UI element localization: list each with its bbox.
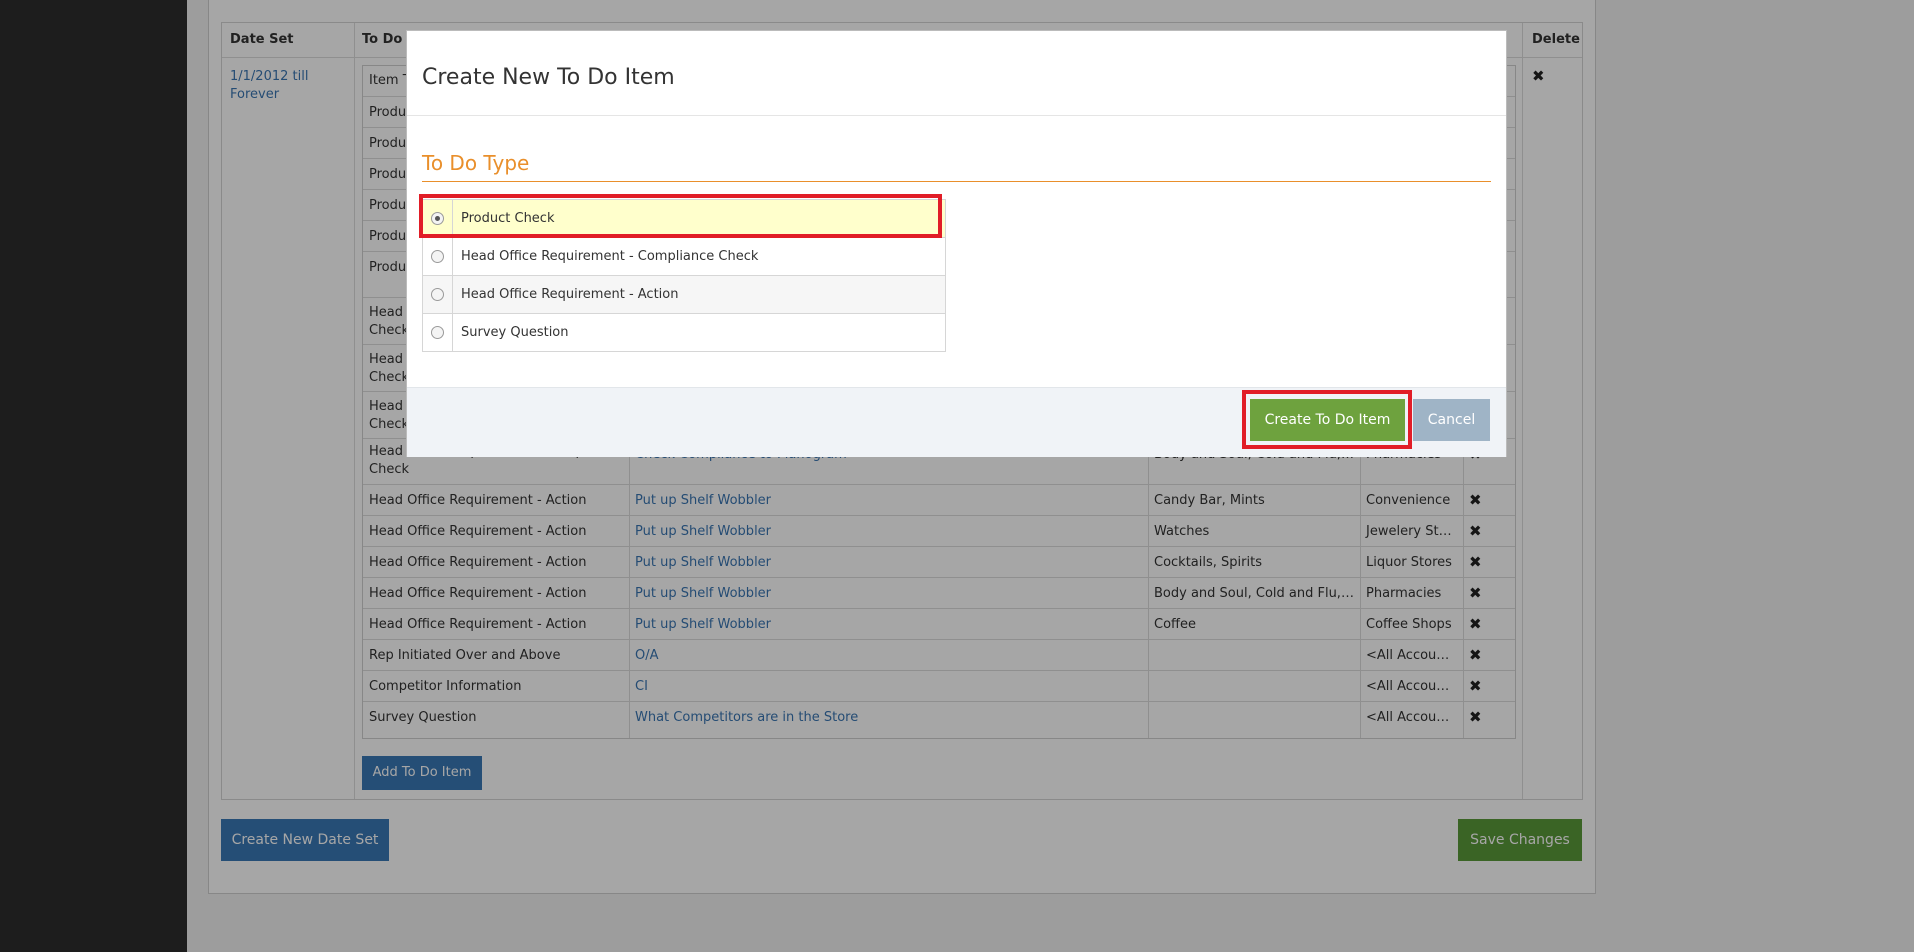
section-divider [422, 181, 1491, 182]
option-label: Head Office Requirement - Action [461, 287, 679, 302]
option-survey-question[interactable]: Survey Question [423, 313, 945, 351]
radio-cell [423, 238, 453, 275]
radio-cell [423, 314, 453, 351]
highlight-box-create-button [1242, 390, 1412, 449]
option-label: Head Office Requirement - Compliance Che… [461, 249, 759, 264]
radio-button[interactable] [431, 288, 444, 301]
radio-button[interactable] [431, 250, 444, 263]
option-action[interactable]: Head Office Requirement - Action [423, 275, 945, 313]
option-compliance-check[interactable]: Head Office Requirement - Compliance Che… [423, 237, 945, 275]
radio-button[interactable] [431, 326, 444, 339]
section-title: To Do Type [422, 151, 530, 175]
cancel-button[interactable]: Cancel [1413, 399, 1490, 441]
highlight-box-selected-option [419, 194, 942, 238]
modal-header-divider [407, 115, 1506, 116]
option-label: Survey Question [461, 325, 569, 340]
radio-cell [423, 276, 453, 313]
modal-title: Create New To Do Item [422, 65, 675, 90]
